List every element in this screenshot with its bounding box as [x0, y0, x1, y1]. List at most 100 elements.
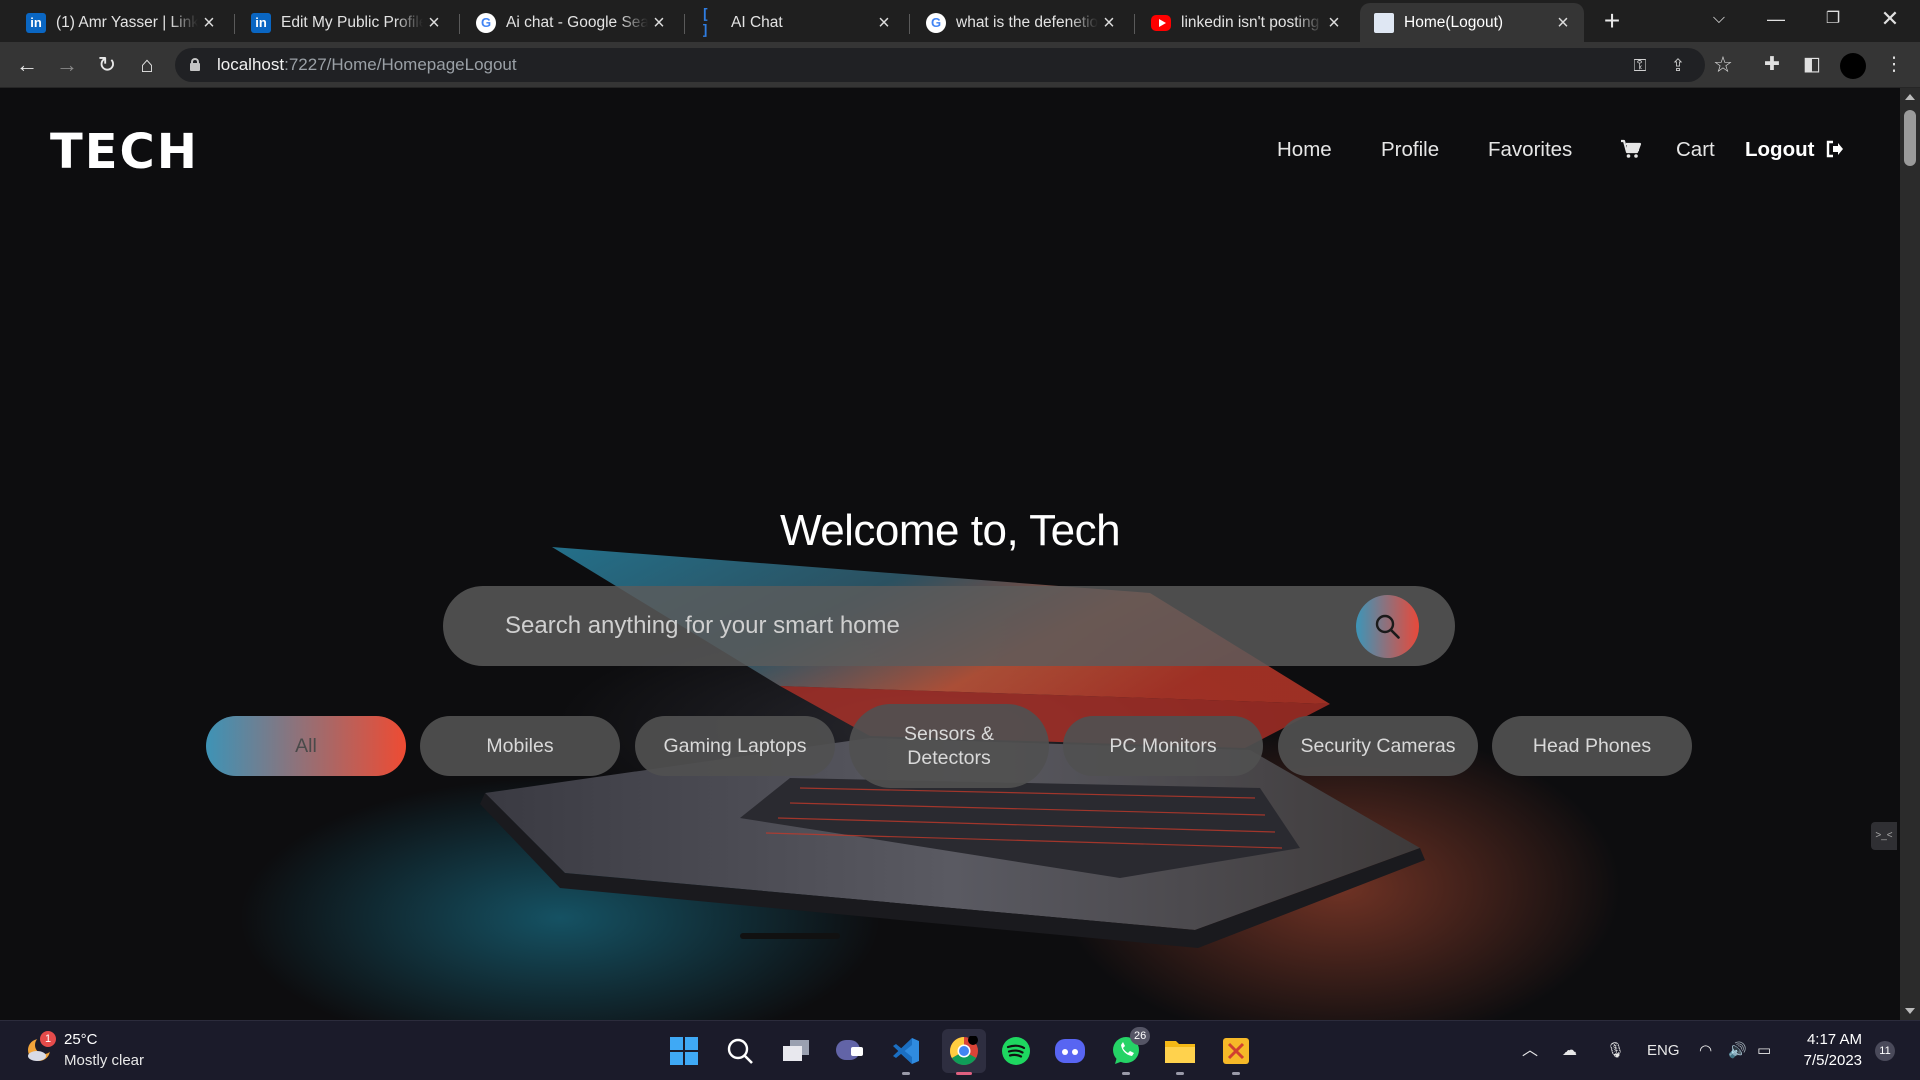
- nav-favorites[interactable]: Favorites: [1488, 138, 1572, 162]
- clock-date[interactable]: 7/5/2023: [1796, 1052, 1862, 1069]
- linkedin-icon: in: [26, 12, 46, 33]
- key-icon[interactable]: ⚿: [1628, 54, 1652, 78]
- battery-icon[interactable]: ▭: [1757, 1039, 1771, 1063]
- tab-title: (1) Amr Yasser | LinkedIn: [56, 13, 198, 31]
- weather-description[interactable]: Mostly clear: [64, 1052, 144, 1069]
- spotify-icon[interactable]: [998, 1033, 1034, 1069]
- side-panel-icon[interactable]: ◧: [1798, 51, 1826, 79]
- vscode-icon[interactable]: [888, 1033, 924, 1075]
- discord-icon[interactable]: [1052, 1033, 1088, 1069]
- bookmark-star-icon[interactable]: ☆: [1709, 51, 1737, 79]
- category-pc-monitors[interactable]: PC Monitors: [1063, 716, 1263, 776]
- home-icon[interactable]: ⌂: [132, 50, 162, 80]
- nav-profile[interactable]: Profile: [1381, 138, 1439, 162]
- start-button[interactable]: [666, 1033, 702, 1069]
- forward-icon[interactable]: →: [52, 50, 82, 80]
- scroll-thumb[interactable]: [1904, 110, 1916, 166]
- menu-icon[interactable]: ⋮: [1880, 51, 1908, 79]
- category-all[interactable]: All: [206, 716, 406, 776]
- onedrive-cloud-icon[interactable]: ☁: [1562, 1039, 1577, 1063]
- close-icon[interactable]: ×: [1323, 12, 1345, 34]
- url-host: localhost: [217, 55, 285, 74]
- running-indicator: [1122, 1072, 1130, 1075]
- volume-icon[interactable]: 🔊: [1728, 1039, 1747, 1063]
- language-indicator[interactable]: ENG: [1647, 1039, 1680, 1063]
- avatar[interactable]: [1840, 53, 1866, 79]
- reload-icon[interactable]: ↻: [92, 50, 122, 80]
- tab-separator: [1134, 14, 1135, 34]
- scrollbar[interactable]: [1900, 88, 1920, 1020]
- tab-separator: [909, 14, 910, 34]
- category-mobiles[interactable]: Mobiles: [420, 716, 620, 776]
- side-panel-handle[interactable]: >_<: [1871, 822, 1897, 850]
- new-tab-button[interactable]: +: [1597, 6, 1627, 36]
- nav-logout-label: Logout: [1745, 138, 1815, 161]
- close-icon[interactable]: ×: [873, 12, 895, 34]
- notification-badge[interactable]: 11: [1875, 1041, 1895, 1061]
- category-head-phones[interactable]: Head Phones: [1492, 716, 1692, 776]
- extensions-icon[interactable]: ✚: [1758, 51, 1786, 79]
- close-icon[interactable]: ×: [1098, 12, 1120, 34]
- tray-overflow-chevron-icon[interactable]: ︿: [1522, 1039, 1538, 1063]
- tab-ai-chat[interactable]: [ ] AI Chat ×: [687, 3, 905, 42]
- tab-linkedin-profile[interactable]: in (1) Amr Yasser | LinkedIn ×: [12, 3, 230, 42]
- browser-tab-strip: in (1) Amr Yasser | LinkedIn × in Edit M…: [0, 0, 1920, 42]
- file-explorer-icon[interactable]: [1162, 1033, 1198, 1075]
- scroll-up-icon[interactable]: [1905, 94, 1915, 100]
- category-security-cameras[interactable]: Security Cameras: [1278, 716, 1478, 776]
- close-icon[interactable]: ×: [648, 12, 670, 34]
- close-icon[interactable]: ×: [1552, 12, 1574, 34]
- taskbar-search-icon[interactable]: [722, 1033, 758, 1069]
- tab-title: linkedin isn't posting: [1181, 13, 1320, 31]
- tab-google-search[interactable]: G Ai chat - Google Search ×: [462, 3, 680, 42]
- running-indicator: [1232, 1072, 1240, 1075]
- task-view-icon[interactable]: [778, 1033, 814, 1069]
- category-sensors-detectors[interactable]: Sensors & Detectors: [849, 704, 1049, 788]
- scroll-down-icon[interactable]: [1905, 1008, 1915, 1014]
- active-indicator: [956, 1072, 972, 1075]
- taskbar: 1 25°C Mostly clear 26 ︿ ☁ 🎙 ENG ◠ 🔊 ▭ 4…: [0, 1020, 1920, 1080]
- address-bar[interactable]: localhost:7227/Home/HomepageLogout ⚿ ⇪: [175, 48, 1705, 82]
- search-button[interactable]: [1356, 595, 1419, 658]
- wifi-icon[interactable]: ◠: [1699, 1039, 1712, 1063]
- tab-youtube[interactable]: linkedin isn't posting ×: [1137, 3, 1355, 42]
- tab-edit-public-profile[interactable]: in Edit My Public Profile ×: [237, 3, 455, 42]
- tab-title: what is the defenetion: [956, 13, 1098, 31]
- tab-google-definition[interactable]: G what is the defenetion ×: [912, 3, 1130, 42]
- search-bar: [443, 586, 1455, 666]
- page-icon: [1374, 12, 1394, 33]
- chrome-icon[interactable]: [942, 1029, 986, 1075]
- window-close-icon[interactable]: ✕: [1862, 0, 1918, 40]
- tab-separator: [459, 14, 460, 34]
- tab-title: Ai chat - Google Search: [506, 13, 648, 31]
- site-logo[interactable]: TECH: [50, 124, 199, 180]
- welcome-heading: Welcome to, Tech: [779, 506, 1121, 555]
- nav-cart[interactable]: Cart: [1676, 138, 1715, 162]
- whatsapp-icon[interactable]: 26: [1108, 1027, 1151, 1075]
- share-icon[interactable]: ⇪: [1666, 54, 1690, 78]
- nav-logout[interactable]: Logout: [1745, 138, 1844, 162]
- minimize-icon[interactable]: —: [1748, 0, 1804, 40]
- restore-icon[interactable]: ❐: [1805, 0, 1861, 40]
- homepage: TECH Home Profile Favorites Cart Logout …: [0, 88, 1900, 1020]
- search-input[interactable]: [505, 586, 1305, 666]
- close-icon[interactable]: ×: [198, 12, 220, 34]
- tab-title: Edit My Public Profile: [281, 13, 423, 31]
- nav-home[interactable]: Home: [1277, 138, 1332, 162]
- tab-title: AI Chat: [731, 13, 783, 31]
- back-icon[interactable]: ←: [12, 50, 42, 80]
- weather-temperature[interactable]: 25°C: [64, 1031, 98, 1048]
- running-indicator: [902, 1072, 910, 1075]
- close-icon[interactable]: ×: [423, 12, 445, 34]
- microphone-icon[interactable]: 🎙: [1606, 1039, 1625, 1063]
- url-text[interactable]: localhost:7227/Home/HomepageLogout: [217, 48, 517, 82]
- tab-home-logout[interactable]: Home(Logout) ×: [1360, 3, 1584, 42]
- category-gaming-laptops[interactable]: Gaming Laptops: [635, 716, 835, 776]
- google-icon: G: [926, 12, 946, 33]
- snipping-tool-icon[interactable]: [1218, 1033, 1254, 1075]
- lock-icon[interactable]: [190, 58, 200, 71]
- clock-time[interactable]: 4:17 AM: [1806, 1031, 1862, 1048]
- teams-chat-icon[interactable]: [832, 1033, 868, 1069]
- cart-icon[interactable]: [1620, 138, 1642, 160]
- tab-search-icon[interactable]: ⌵: [1691, 0, 1747, 40]
